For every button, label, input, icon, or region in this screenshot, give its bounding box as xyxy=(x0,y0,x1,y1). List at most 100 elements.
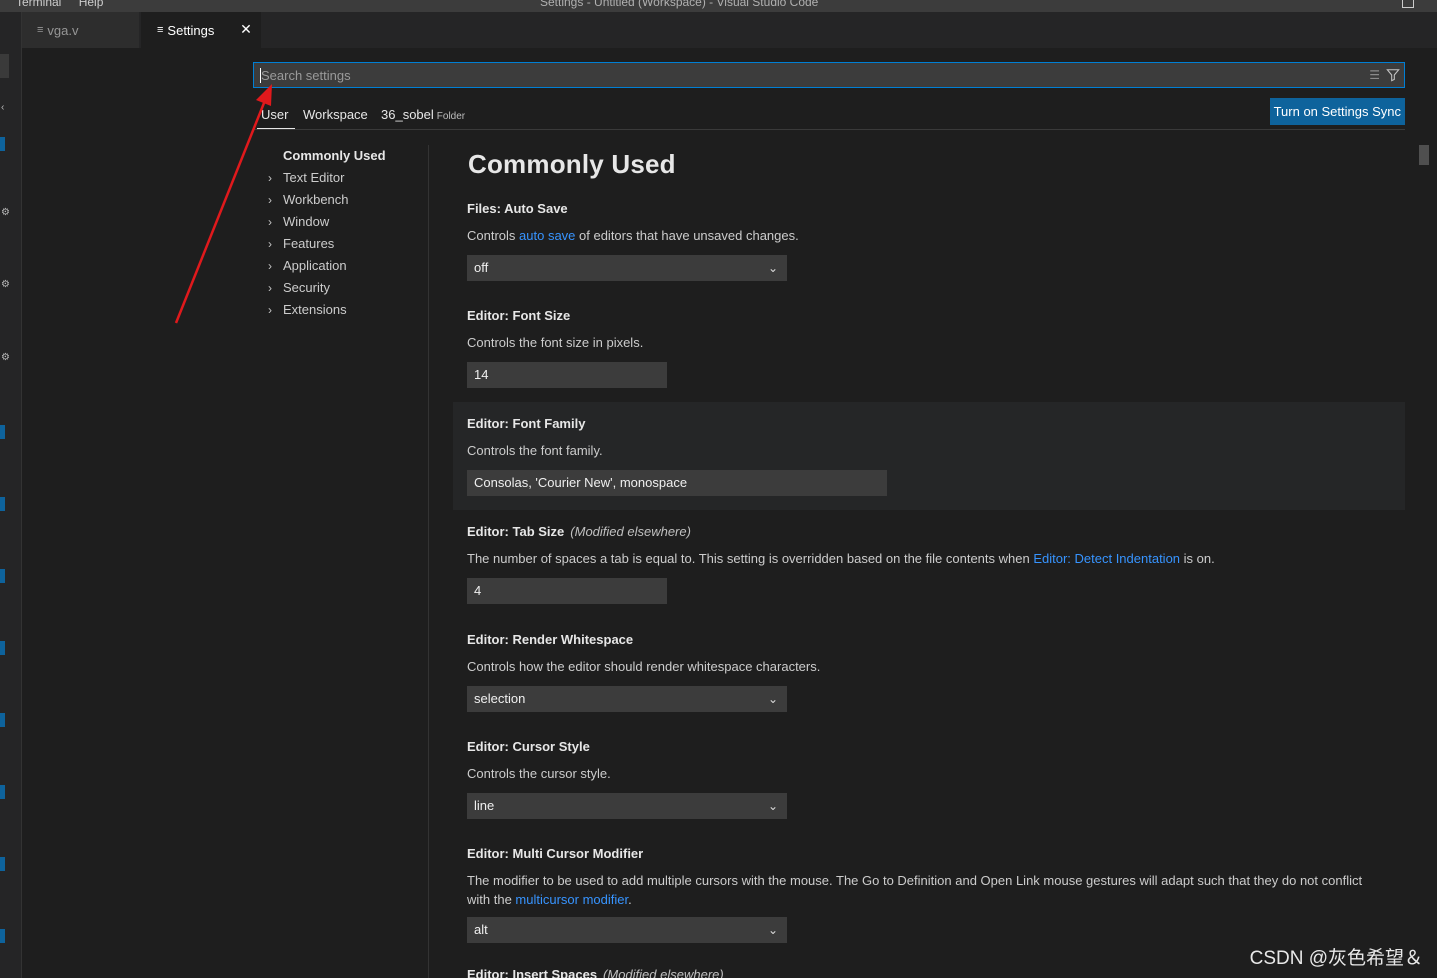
select-value: selection xyxy=(474,691,526,706)
setting-name: Font Family xyxy=(512,416,586,431)
toc-security[interactable]: › Security xyxy=(253,277,428,299)
setting-title: Editor: Multi Cursor Modifier xyxy=(467,846,1405,861)
modified-elsewhere-indicator[interactable]: (Modified elsewhere) xyxy=(603,967,724,978)
chevron-right-icon: › xyxy=(268,303,272,317)
tab-folder-scope[interactable]: 36_sobel Folder xyxy=(381,107,465,122)
detect-indentation-link[interactable]: Editor: Detect Indentation xyxy=(1033,551,1180,566)
setting-category: Files: xyxy=(467,201,505,216)
turn-on-settings-sync-button[interactable]: Turn on Settings Sync xyxy=(1269,98,1405,125)
section-heading: Commonly Used xyxy=(468,149,676,179)
file-lines-icon: ≡ xyxy=(37,24,44,36)
panel-indicator xyxy=(0,569,5,583)
chevron-right-icon: › xyxy=(268,281,272,295)
multi-cursor-modifier-select[interactable]: alt ⌄ xyxy=(467,917,787,943)
font-family-input[interactable]: Consolas, 'Courier New', monospace xyxy=(467,470,887,496)
chevron-right-icon: › xyxy=(268,215,272,229)
side-panel-edge: ‹ ⚙ ⚙ ⚙ xyxy=(0,12,22,978)
toc-text-editor[interactable]: › Text Editor xyxy=(253,167,428,189)
chevron-right-icon: › xyxy=(268,171,272,185)
toc-features[interactable]: › Features xyxy=(253,233,428,255)
toc-label: Extensions xyxy=(283,302,347,317)
folder-scope-label: 36_sobel xyxy=(381,107,434,122)
setting-category: Editor: xyxy=(467,632,513,647)
auto-save-select[interactable]: off ⌄ xyxy=(467,255,787,281)
setting-description: The modifier to be used to add multiple … xyxy=(467,871,1387,909)
settings-search-box[interactable]: ☰ xyxy=(253,62,1405,88)
vertical-scrollbar-thumb[interactable] xyxy=(1419,145,1429,165)
setting-name: Auto Save xyxy=(504,201,568,216)
setting-title: Editor: Cursor Style xyxy=(467,739,1405,754)
modified-elsewhere-indicator[interactable]: (Modified elsewhere) xyxy=(570,524,691,539)
toc-extensions[interactable]: › Extensions xyxy=(253,299,428,321)
chevron-right-icon: › xyxy=(268,193,272,207)
panel-scroll-thumb[interactable] xyxy=(0,54,9,78)
desc-text: is on. xyxy=(1180,551,1215,566)
tab-settings[interactable]: ≡ Settings ✕ xyxy=(141,12,261,48)
chevron-down-icon: ⌄ xyxy=(767,692,778,706)
setting-description: The number of spaces a tab is equal to. … xyxy=(467,549,1405,568)
desc-text: . xyxy=(628,892,632,907)
panel-indicator xyxy=(0,713,5,727)
panel-indicator xyxy=(0,641,5,655)
setting-name: Render Whitespace xyxy=(512,632,634,647)
menu-help[interactable]: Help xyxy=(79,0,104,9)
tab-label: vga.v xyxy=(47,22,79,38)
gear-icon[interactable]: ⚙ xyxy=(1,352,10,363)
toc-workbench[interactable]: › Workbench xyxy=(253,189,428,211)
setting-description: Controls the cursor style. xyxy=(467,766,611,781)
search-input[interactable] xyxy=(261,67,1370,83)
tab-vga-v[interactable]: ≡ vga.v xyxy=(22,12,140,48)
setting-category: Editor: xyxy=(467,967,513,978)
setting-editor-font-size: Editor: Font Size Controls the font size… xyxy=(453,308,1405,388)
multicursor-modifier-link[interactable]: multicursor modifier xyxy=(515,892,628,907)
setting-category: Editor: xyxy=(467,524,513,539)
setting-category: Editor: xyxy=(467,308,513,323)
tab-workspace-scope[interactable]: Workspace xyxy=(303,107,368,122)
toc-label: Workbench xyxy=(283,192,349,207)
panel-indicator xyxy=(0,137,5,151)
watermark: CSDN @灰色希望＆ xyxy=(1249,948,1423,969)
panel-indicator xyxy=(0,425,5,439)
setting-category: Editor: xyxy=(467,739,513,754)
gear-icon[interactable]: ⚙ xyxy=(1,207,10,218)
setting-description: Controls the font family. xyxy=(467,443,603,458)
render-whitespace-select[interactable]: selection ⌄ xyxy=(467,686,787,712)
toc-label: Text Editor xyxy=(283,170,345,185)
setting-name: Multi Cursor Modifier xyxy=(512,846,644,861)
select-value: off xyxy=(474,260,489,275)
title-bar: Terminal Help Settings - Untitled (Works… xyxy=(0,0,1437,12)
desc-text: The number of spaces a tab is equal to. … xyxy=(467,551,1034,566)
toc-application[interactable]: › Application xyxy=(253,255,428,277)
panel-mark: ‹ xyxy=(1,102,5,113)
setting-description: Controls the font size in pixels. xyxy=(467,335,644,350)
cursor-style-select[interactable]: line ⌄ xyxy=(467,793,787,819)
settings-list: Commonly Used Files: Auto Save Controls … xyxy=(453,145,1405,978)
font-size-input[interactable]: 14 xyxy=(467,362,667,388)
setting-description: Controls how the editor should render wh… xyxy=(467,659,821,674)
setting-editor-cursor-style: Editor: Cursor Style Controls the cursor… xyxy=(453,739,1405,819)
setting-editor-multi-cursor-modifier: Editor: Multi Cursor Modifier The modifi… xyxy=(453,846,1405,943)
toc-label: Security xyxy=(283,280,330,295)
window-title: Settings - Untitled (Workspace) - Visual… xyxy=(540,0,819,9)
setting-description: Controls auto save of editors that have … xyxy=(467,226,1405,245)
restore-window-icon[interactable] xyxy=(1402,0,1414,8)
chevron-down-icon: ⌄ xyxy=(767,799,778,813)
panel-indicator xyxy=(0,857,5,871)
tab-user-scope[interactable]: User xyxy=(261,107,288,122)
active-scope-indicator xyxy=(257,128,295,129)
toc-label: Application xyxy=(283,258,347,273)
tab-size-input[interactable]: 4 xyxy=(467,578,667,604)
gear-icon[interactable]: ⚙ xyxy=(1,279,10,290)
auto-save-link[interactable]: auto save xyxy=(519,228,575,243)
setting-title: Editor: Tab Size (Modified elsewhere) xyxy=(467,524,1405,539)
chevron-right-icon: › xyxy=(268,237,272,251)
setting-name: Tab Size xyxy=(512,524,565,539)
close-icon[interactable]: ✕ xyxy=(239,22,253,36)
clear-filter-icon[interactable]: ☰ xyxy=(1369,68,1380,82)
filter-icon[interactable] xyxy=(1386,68,1400,82)
toc-window[interactable]: › Window xyxy=(253,211,428,233)
toc-commonly-used[interactable]: Commonly Used xyxy=(253,145,428,167)
menu-terminal[interactable]: Terminal xyxy=(16,0,61,9)
setting-title: Editor: Font Family xyxy=(467,416,1405,431)
setting-editor-font-family: Editor: Font Family Controls the font fa… xyxy=(453,402,1405,510)
